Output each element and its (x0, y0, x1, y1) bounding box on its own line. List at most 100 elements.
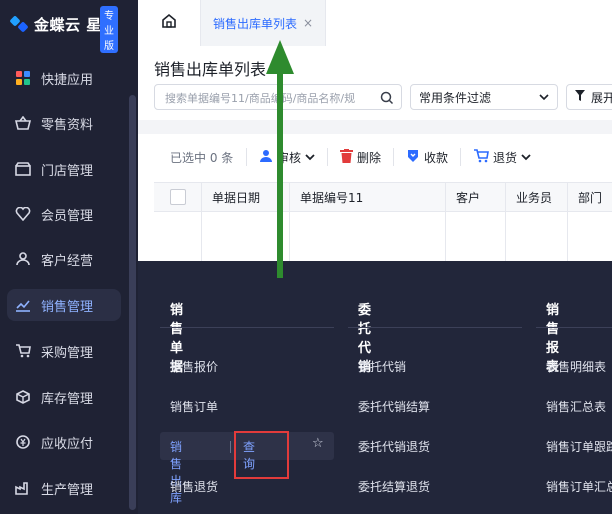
sidebar-item-label: 应收应付 (41, 436, 94, 452)
cart-return-icon (473, 148, 489, 166)
brand-mark-icon (10, 15, 28, 33)
col-salesperson[interactable]: 业务员 (506, 183, 568, 211)
store-icon (15, 161, 31, 177)
sidebar-item-production[interactable]: 生产管理 (7, 472, 121, 504)
person-icon (259, 149, 273, 166)
tab-label: 销售出库单列表 (212, 16, 297, 31)
sidebar-item-label: 门店管理 (41, 163, 94, 179)
sidebar-item-label: 快捷应用 (41, 72, 94, 88)
col-department[interactable]: 部门 (568, 183, 612, 211)
sidebar-item-label: 库存管理 (41, 391, 94, 407)
menu-item-sales-order[interactable]: 销售订单 (170, 398, 218, 415)
return-button[interactable]: 退货 (467, 144, 537, 170)
toolbar-divider (393, 148, 395, 166)
brand-logo[interactable]: 金蝶云 星辰 专业版 (10, 6, 118, 53)
toolbar-divider (327, 148, 329, 166)
audit-button[interactable]: 审核 (253, 144, 321, 170)
factory-icon (15, 480, 31, 496)
sidebar-item-label: 零售资料 (41, 117, 94, 133)
menu-item-sales-outbound[interactable]: 销售出库 (170, 438, 182, 506)
section-divider (138, 120, 612, 134)
home-button[interactable] (138, 0, 200, 46)
sidebar: 金蝶云 星辰 专业版 快捷应用 零售资料 门店管理 会员管理 客户经营 销售管理… (0, 0, 138, 514)
sidebar-item-store[interactable]: 门店管理 (7, 153, 121, 185)
delete-button[interactable]: 删除 (334, 144, 387, 170)
select-all-cell (154, 183, 202, 211)
menu-divider (160, 327, 334, 328)
edition-badge: 专业版 (100, 6, 118, 53)
menu-item-sales-quote[interactable]: 销售报价 (170, 358, 218, 375)
menu-item-settle-return[interactable]: 委托结算退货 (358, 478, 430, 495)
chevron-down-icon (539, 90, 549, 104)
basket-icon (15, 115, 31, 131)
heart-icon (15, 206, 31, 222)
sidebar-item-label: 销售管理 (41, 299, 94, 315)
home-icon (161, 13, 177, 33)
menu-item-consignment[interactable]: 委托代销 (358, 358, 406, 375)
col-doc-number[interactable]: 单据编号11 (290, 183, 446, 211)
menu-item-sales-detail[interactable]: 销售明细表 (546, 358, 606, 375)
menu-item-sales-summary[interactable]: 销售汇总表 (546, 398, 606, 415)
selected-count: 已选中 0 条 (170, 150, 234, 165)
chevron-down-icon[interactable] (521, 150, 531, 164)
sidebar-item-retail-data[interactable]: 零售资料 (7, 107, 121, 139)
data-table: 单据日期 单据编号11 客户 业务员 部门 (154, 182, 612, 264)
col-customer[interactable]: 客户 (446, 183, 506, 211)
money-icon (15, 434, 31, 450)
collect-label: 收款 (424, 150, 449, 165)
search-input[interactable] (155, 85, 381, 111)
tab-bar: 销售出库单列表 × (138, 0, 612, 47)
arrow-annotation-shaft (277, 72, 283, 278)
menu-divider (536, 327, 612, 328)
sidebar-item-receivable[interactable]: 应收应付 (7, 426, 121, 458)
page-title: 销售出库单列表 (154, 60, 267, 79)
menu-item-consignment-settle[interactable]: 委托代销结算 (358, 398, 430, 415)
tab-sales-outbound-list[interactable]: 销售出库单列表 × (200, 0, 326, 46)
empty-cell (290, 212, 446, 264)
menu-item-order-tracking[interactable]: 销售订单跟踪 (546, 438, 612, 455)
sidebar-item-quick-apps[interactable]: 快捷应用 (7, 62, 121, 94)
close-icon[interactable]: × (303, 16, 313, 30)
star-icon[interactable]: ☆ (312, 436, 324, 451)
expand-filter-button[interactable]: 展开 (566, 84, 612, 110)
sidebar-item-purchase[interactable]: 采购管理 (7, 335, 121, 367)
menu-item-separator (230, 441, 231, 453)
sidebar-item-member[interactable]: 会员管理 (7, 198, 121, 230)
chart-icon (15, 297, 31, 313)
empty-cell (154, 212, 202, 264)
toolbar: 已选中 0 条 审核 删除 收款 退货 (138, 134, 612, 180)
menu-item-order-summary[interactable]: 销售订单汇总 (546, 478, 612, 495)
sidebar-item-label: 生产管理 (41, 482, 94, 498)
empty-cell (568, 212, 612, 264)
menu-item-sales-return[interactable]: 销售退货 (170, 478, 218, 495)
grid-icon (15, 70, 31, 86)
select-all-checkbox[interactable] (169, 189, 186, 205)
collect-button[interactable]: 收款 (400, 144, 454, 170)
expand-label: 展开 (591, 90, 612, 105)
filter-select-value: 常用条件过滤 (419, 90, 492, 105)
highlight-box-annotation (234, 431, 289, 479)
sidebar-item-inventory[interactable]: 库存管理 (7, 381, 121, 413)
funnel-icon (575, 89, 585, 105)
table-header: 单据日期 单据编号11 客户 业务员 部门 (154, 183, 612, 212)
empty-cell (446, 212, 506, 264)
toolbar-divider (460, 148, 462, 166)
filter-select[interactable]: 常用条件过滤 (410, 84, 558, 110)
box-icon (15, 389, 31, 405)
arrow-up-icon (266, 40, 294, 74)
sales-mega-menu: 销售单据 销售报价 销售订单 销售出库 查询 ☆ 销售退货 委托代销 委托代销 … (138, 261, 612, 514)
empty-cell (506, 212, 568, 264)
delete-label: 删除 (357, 150, 382, 165)
sidebar-scrollbar[interactable] (129, 95, 136, 510)
sidebar-item-customer[interactable]: 客户经营 (7, 243, 121, 275)
menu-item-consignment-return[interactable]: 委托代销退货 (358, 438, 430, 455)
trash-icon (340, 148, 354, 166)
toolbar-divider (246, 148, 247, 166)
sidebar-item-label: 采购管理 (41, 345, 94, 361)
return-label: 退货 (493, 150, 518, 165)
search-icon[interactable] (380, 90, 394, 109)
sidebar-item-sales[interactable]: 销售管理 (7, 289, 121, 321)
cart-icon (15, 343, 31, 359)
chevron-down-icon[interactable] (305, 150, 315, 164)
sidebar-item-label: 会员管理 (41, 208, 94, 224)
